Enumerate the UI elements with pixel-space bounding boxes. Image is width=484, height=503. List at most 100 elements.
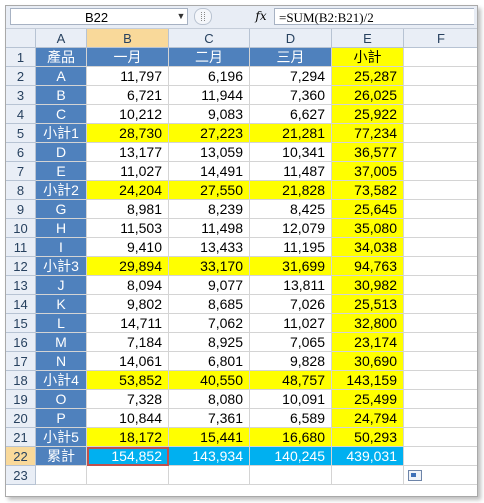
value-cell[interactable]: 10,212 [87, 105, 169, 124]
subtotal-cell[interactable]: 32,800 [332, 314, 404, 333]
subtotal-cell[interactable]: 25,922 [332, 105, 404, 124]
total-label-cell[interactable]: 累計 [36, 447, 87, 466]
value-cell[interactable]: 8,981 [87, 200, 169, 219]
value-cell[interactable]: 13,811 [250, 276, 332, 295]
value-cell[interactable]: 11,027 [250, 314, 332, 333]
value-cell[interactable]: 8,425 [250, 200, 332, 219]
column-header-a[interactable]: A [36, 29, 87, 48]
empty-cell[interactable] [404, 48, 477, 67]
value-cell[interactable]: 6,627 [250, 105, 332, 124]
empty-cell[interactable] [404, 124, 477, 143]
value-cell[interactable]: 48,757 [250, 371, 332, 390]
product-label-cell[interactable]: K [36, 295, 87, 314]
empty-cell[interactable] [404, 105, 477, 124]
subtotal-cell[interactable]: 25,499 [332, 390, 404, 409]
month-header-cell[interactable]: 小計 [332, 48, 404, 67]
month-header-cell[interactable]: 一月 [87, 48, 169, 67]
value-cell[interactable]: 33,170 [169, 257, 250, 276]
row-header[interactable]: 9 [6, 200, 36, 219]
empty-cell[interactable] [404, 314, 477, 333]
subtotal-cell[interactable]: 73,582 [332, 181, 404, 200]
empty-cell[interactable] [404, 276, 477, 295]
row-header[interactable]: 8 [6, 181, 36, 200]
column-header-d[interactable]: D [250, 29, 332, 48]
value-cell[interactable]: 10,341 [250, 143, 332, 162]
product-label-cell[interactable]: C [36, 105, 87, 124]
row-header[interactable]: 19 [6, 390, 36, 409]
product-label-cell[interactable]: 小計5 [36, 428, 87, 447]
subtotal-cell[interactable]: 35,080 [332, 219, 404, 238]
empty-cell[interactable] [250, 466, 332, 485]
empty-cell[interactable] [404, 409, 477, 428]
formula-bar-resize-handle[interactable] [194, 8, 212, 25]
row-header[interactable]: 17 [6, 352, 36, 371]
value-cell[interactable]: 13,433 [169, 238, 250, 257]
value-cell[interactable]: 16,680 [250, 428, 332, 447]
chevron-down-icon[interactable]: ▼ [174, 8, 188, 25]
empty-cell[interactable] [404, 447, 477, 466]
value-cell[interactable]: 6,196 [169, 67, 250, 86]
value-cell[interactable]: 7,065 [250, 333, 332, 352]
subtotal-cell[interactable]: 143,159 [332, 371, 404, 390]
active-cell[interactable]: 154,852 [87, 447, 169, 466]
product-label-cell[interactable]: 小計4 [36, 371, 87, 390]
empty-cell[interactable] [404, 219, 477, 238]
subtotal-cell[interactable]: 24,794 [332, 409, 404, 428]
product-label-cell[interactable]: 小計3 [36, 257, 87, 276]
value-cell[interactable]: 7,294 [250, 67, 332, 86]
column-header-c[interactable]: C [169, 29, 250, 48]
subtotal-cell[interactable]: 23,174 [332, 333, 404, 352]
empty-cell[interactable] [404, 67, 477, 86]
subtotal-cell[interactable]: 50,293 [332, 428, 404, 447]
product-label-cell[interactable]: J [36, 276, 87, 295]
empty-cell[interactable] [36, 466, 87, 485]
value-cell[interactable]: 11,487 [250, 162, 332, 181]
value-cell[interactable]: 9,083 [169, 105, 250, 124]
value-cell[interactable]: 15,441 [169, 428, 250, 447]
value-cell[interactable]: 8,239 [169, 200, 250, 219]
value-cell[interactable]: 7,184 [87, 333, 169, 352]
row-header[interactable]: 6 [6, 143, 36, 162]
product-header-cell[interactable]: 產品 [36, 48, 87, 67]
value-cell[interactable]: 7,361 [169, 409, 250, 428]
total-cell[interactable]: 143,934 [169, 447, 250, 466]
value-cell[interactable]: 6,801 [169, 352, 250, 371]
subtotal-cell[interactable]: 37,005 [332, 162, 404, 181]
subtotal-cell[interactable]: 34,038 [332, 238, 404, 257]
insert-function-icon[interactable]: fx [250, 8, 272, 25]
empty-cell[interactable] [404, 333, 477, 352]
month-header-cell[interactable]: 三月 [250, 48, 332, 67]
value-cell[interactable]: 31,699 [250, 257, 332, 276]
empty-cell[interactable] [404, 181, 477, 200]
value-cell[interactable]: 9,828 [250, 352, 332, 371]
value-cell[interactable]: 11,944 [169, 86, 250, 105]
value-cell[interactable]: 11,195 [250, 238, 332, 257]
empty-cell[interactable] [404, 200, 477, 219]
value-cell[interactable]: 13,059 [169, 143, 250, 162]
empty-cell[interactable] [404, 352, 477, 371]
value-cell[interactable]: 21,828 [250, 181, 332, 200]
value-cell[interactable]: 7,026 [250, 295, 332, 314]
empty-cell[interactable] [404, 257, 477, 276]
row-header[interactable]: 12 [6, 257, 36, 276]
column-header-e[interactable]: E [332, 29, 404, 48]
formula-input[interactable]: =SUM(B2:B21)/2 [274, 8, 474, 25]
row-header[interactable]: 20 [6, 409, 36, 428]
value-cell[interactable]: 27,550 [169, 181, 250, 200]
row-header[interactable]: 4 [6, 105, 36, 124]
subtotal-cell[interactable]: 30,982 [332, 276, 404, 295]
subtotal-cell[interactable]: 30,690 [332, 352, 404, 371]
select-all-corner[interactable] [6, 29, 36, 48]
subtotal-cell[interactable]: 94,763 [332, 257, 404, 276]
value-cell[interactable]: 28,730 [87, 124, 169, 143]
value-cell[interactable]: 10,091 [250, 390, 332, 409]
empty-cell[interactable] [404, 390, 477, 409]
product-label-cell[interactable]: O [36, 390, 87, 409]
product-label-cell[interactable]: L [36, 314, 87, 333]
empty-cell[interactable] [169, 466, 250, 485]
empty-cell[interactable] [404, 238, 477, 257]
value-cell[interactable]: 21,281 [250, 124, 332, 143]
row-header[interactable]: 3 [6, 86, 36, 105]
name-box[interactable]: B22 [10, 8, 188, 25]
product-label-cell[interactable]: I [36, 238, 87, 257]
